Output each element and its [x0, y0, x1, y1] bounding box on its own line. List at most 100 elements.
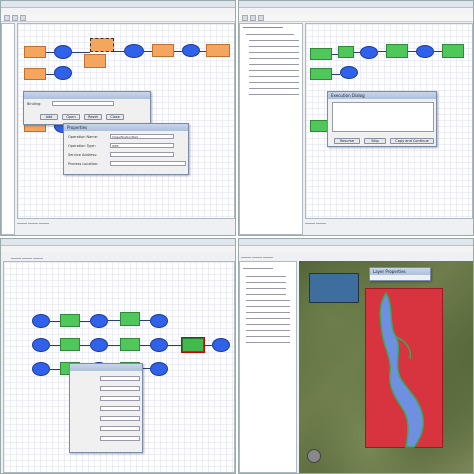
- process-node[interactable]: [32, 338, 50, 352]
- property-field[interactable]: [100, 416, 140, 421]
- editor-tabs: [305, 220, 327, 226]
- layer-properties-popup: Layer Properties: [369, 267, 431, 281]
- overview-map[interactable]: [309, 273, 359, 303]
- field-label: Operation Name:: [68, 135, 99, 139]
- execution-dialog: Execution Dialog Resume Skip Copy and Co…: [327, 91, 437, 147]
- data-node[interactable]: [60, 338, 80, 351]
- open-button[interactable]: Open: [62, 114, 80, 120]
- properties-dialog: [69, 363, 143, 453]
- data-node[interactable]: [60, 314, 80, 327]
- window-title-bar: [239, 239, 473, 246]
- process-node[interactable]: [54, 66, 72, 80]
- result-overlay: [365, 288, 443, 448]
- binding-dialog: Binding: Add Open Reset Close: [23, 91, 151, 125]
- window-title-bar: [239, 1, 473, 8]
- tab[interactable]: [33, 258, 43, 259]
- popup-title: Layer Properties: [370, 268, 430, 275]
- window-title-bar: [1, 239, 235, 246]
- skip-button[interactable]: Skip: [364, 138, 386, 144]
- dialog-title: [70, 364, 142, 371]
- open-icon[interactable]: [250, 15, 256, 21]
- workflow-editor-window-3: [0, 238, 236, 474]
- property-field[interactable]: [100, 376, 140, 381]
- selected-output-node[interactable]: [181, 337, 205, 353]
- property-field[interactable]: [100, 396, 140, 401]
- tab[interactable]: [263, 257, 273, 258]
- process-node[interactable]: [90, 314, 108, 328]
- add-button[interactable]: Add: [40, 114, 58, 120]
- properties-dialog: Properties Operation Name: Classificatio…: [63, 123, 189, 175]
- map-viewer-window: Layer Properties: [238, 238, 474, 474]
- property-field[interactable]: [100, 406, 140, 411]
- dialog-title: [24, 92, 150, 99]
- tab[interactable]: [28, 223, 38, 224]
- data-node[interactable]: [24, 46, 46, 58]
- process-node[interactable]: [150, 362, 168, 376]
- menu-bar[interactable]: [239, 246, 473, 252]
- selected-data-node[interactable]: [90, 38, 114, 52]
- process-node[interactable]: [54, 45, 72, 59]
- data-node[interactable]: [206, 44, 230, 57]
- field-label: Operation Type:: [68, 144, 96, 148]
- process-node[interactable]: [90, 338, 108, 352]
- process-node[interactable]: [416, 45, 434, 58]
- layer-panel: [239, 261, 297, 473]
- data-node[interactable]: [310, 48, 332, 60]
- viewer-tabs: [241, 254, 274, 260]
- data-node[interactable]: [24, 68, 46, 80]
- process-node[interactable]: [182, 44, 200, 57]
- process-node[interactable]: [212, 338, 230, 352]
- data-node[interactable]: [152, 44, 174, 57]
- property-field[interactable]: [100, 436, 140, 441]
- process-node[interactable]: [360, 46, 378, 59]
- toolbar: [1, 14, 235, 22]
- tab[interactable]: [241, 257, 251, 258]
- tab[interactable]: [11, 258, 21, 259]
- tab[interactable]: [39, 223, 49, 224]
- process-node[interactable]: [32, 362, 50, 376]
- tab[interactable]: [252, 257, 262, 258]
- data-node[interactable]: [120, 338, 140, 351]
- dialog-title: Execution Dialog: [328, 92, 436, 99]
- editor-tabs: [17, 220, 50, 226]
- data-node[interactable]: [120, 312, 140, 326]
- dialog-title: Properties: [64, 124, 188, 131]
- property-field[interactable]: [100, 426, 140, 431]
- compass-icon[interactable]: [307, 449, 321, 463]
- reset-button[interactable]: Reset: [84, 114, 102, 120]
- data-node[interactable]: [386, 44, 408, 58]
- process-node[interactable]: [150, 314, 168, 328]
- data-node[interactable]: [442, 44, 464, 58]
- operation-name-field[interactable]: ClassificationTest: [110, 134, 174, 139]
- tree-panel: [239, 23, 303, 235]
- open-icon[interactable]: [12, 15, 18, 21]
- run-icon[interactable]: [258, 15, 264, 21]
- save-icon[interactable]: [20, 15, 26, 21]
- tab[interactable]: [17, 223, 27, 224]
- tab[interactable]: [22, 258, 32, 259]
- copy-and-continue-button[interactable]: Copy and Continue: [390, 138, 434, 144]
- menu-bar[interactable]: [1, 246, 235, 252]
- new-icon[interactable]: [242, 15, 248, 21]
- toolbar: [239, 14, 473, 22]
- process-location-field[interactable]: [110, 161, 186, 166]
- field-label: Service Address:: [68, 153, 98, 157]
- binding-select[interactable]: [52, 101, 114, 106]
- data-node[interactable]: [338, 46, 354, 58]
- process-node[interactable]: [32, 314, 50, 328]
- data-node[interactable]: [84, 54, 106, 68]
- property-field[interactable]: [100, 386, 140, 391]
- workflow-editor-window-1: Binding: Add Open Reset Close Properties…: [0, 0, 236, 236]
- resume-button[interactable]: Resume: [334, 138, 360, 144]
- data-node[interactable]: [310, 68, 332, 80]
- process-node[interactable]: [150, 338, 168, 352]
- binding-label: Binding:: [27, 102, 42, 106]
- process-node[interactable]: [124, 44, 144, 58]
- service-address-field[interactable]: [110, 152, 174, 157]
- tab[interactable]: [316, 223, 326, 224]
- process-node[interactable]: [340, 66, 358, 79]
- new-icon[interactable]: [4, 15, 10, 21]
- close-button[interactable]: Close: [106, 114, 124, 120]
- tab[interactable]: [305, 223, 315, 224]
- operation-type-field[interactable]: WPS: [110, 143, 174, 148]
